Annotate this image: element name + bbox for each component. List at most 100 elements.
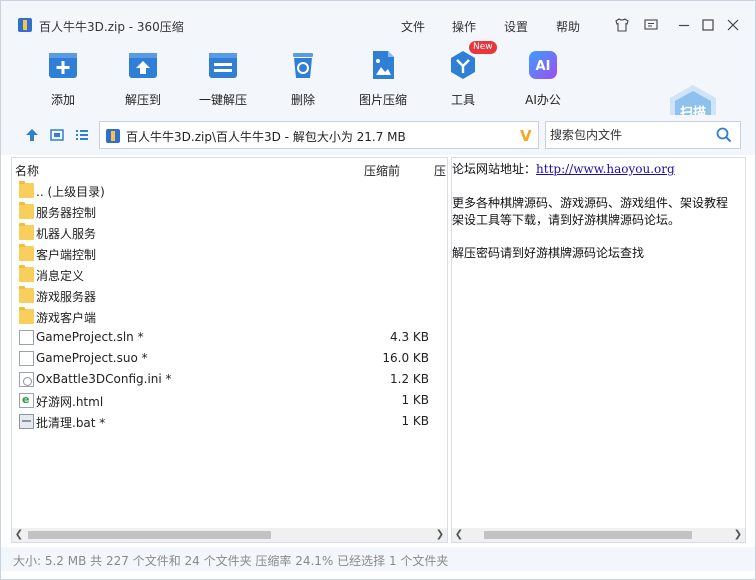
comment-line-3: 架设工具等下载，请到好游棋牌源码论坛。 bbox=[452, 213, 681, 227]
extract-to-icon bbox=[127, 49, 159, 81]
file-name: GameProject.suo * bbox=[36, 351, 148, 365]
comment-line-4: 解压密码请到好游棋牌源码论坛查找 bbox=[452, 246, 645, 260]
horizontal-scrollbar[interactable]: ❮ ❯ bbox=[12, 528, 447, 542]
scrollbar-thumb[interactable] bbox=[484, 531, 692, 539]
bat-icon bbox=[19, 414, 34, 429]
file-list-pane: 名称 压缩前 压 .. (上级目录) 服务器控制机器人服务客户端控制消息定义游戏服… bbox=[11, 157, 448, 543]
folder-icon bbox=[19, 244, 34, 261]
minimize-icon[interactable] bbox=[676, 17, 692, 33]
folder-icon bbox=[19, 202, 34, 219]
file-name: 消息定义 bbox=[36, 269, 85, 283]
folder-row[interactable]: 游戏客户端 bbox=[12, 306, 447, 327]
status-text: 大小: 5.2 MB 共 227 个文件和 24 个文件夹 压缩率 24.1% … bbox=[13, 554, 449, 568]
search-input[interactable] bbox=[548, 124, 708, 146]
scrollbar-thumb[interactable] bbox=[28, 531, 271, 539]
app-window: 百人牛牛3D.zip - 360压缩 文件 操作 设置 帮助 添加 解压到 一键… bbox=[0, 0, 756, 580]
scroll-left-icon[interactable]: ❮ bbox=[12, 528, 26, 542]
image-compress-label: 图片压缩 bbox=[358, 93, 407, 107]
scroll-right-icon[interactable]: ❯ bbox=[433, 528, 447, 542]
status-bar: 大小: 5.2 MB 共 227 个文件和 24 个文件夹 压缩率 24.1% … bbox=[1, 547, 755, 571]
file-size: 1.2 KB bbox=[390, 372, 429, 386]
doc-icon bbox=[19, 351, 34, 366]
folder-row[interactable]: .. (上级目录) bbox=[12, 180, 447, 201]
thumbnail-view-icon[interactable] bbox=[50, 128, 64, 142]
file-name: .. (上级目录) bbox=[36, 185, 105, 199]
file-name: 服务器控制 bbox=[36, 206, 97, 220]
file-name: 游戏服务器 bbox=[36, 290, 97, 304]
search-icon[interactable] bbox=[716, 127, 732, 143]
extract-to-label: 解压到 bbox=[124, 93, 161, 107]
folder-row[interactable]: 消息定义 bbox=[12, 264, 447, 285]
folder-icon bbox=[19, 265, 34, 282]
folder-icon bbox=[19, 286, 34, 303]
new-badge: New bbox=[469, 41, 497, 54]
title-bar: 百人牛牛3D.zip - 360压缩 文件 操作 设置 帮助 bbox=[1, 1, 755, 35]
scroll-right-icon[interactable]: ❯ bbox=[731, 528, 745, 542]
file-name: OxBattle3DConfig.ini * bbox=[36, 372, 172, 386]
tools-icon: New bbox=[447, 41, 497, 81]
folder-row[interactable]: 客户端控制 bbox=[12, 243, 447, 264]
dropdown-v-icon[interactable]: V bbox=[520, 127, 532, 145]
ai-icon-text: AI bbox=[536, 59, 551, 74]
address-bar[interactable]: 百人牛牛3D.zip\百人牛牛3D - 解包大小为 21.7 MB V bbox=[99, 121, 539, 149]
tools-label: 工具 bbox=[450, 93, 475, 107]
image-compress-icon bbox=[367, 49, 399, 81]
extract-to-button[interactable]: 解压到 bbox=[108, 49, 178, 108]
file-row[interactable]: GameProject.suo * 16.0 KB bbox=[12, 348, 447, 369]
html-icon bbox=[19, 393, 34, 408]
folder-icon bbox=[19, 223, 34, 240]
close-icon[interactable] bbox=[725, 17, 741, 33]
folder-row[interactable]: 游戏服务器 bbox=[12, 285, 447, 306]
ini-icon bbox=[19, 372, 34, 387]
comment-horizontal-scrollbar[interactable]: ❮ ❯ bbox=[452, 528, 745, 542]
feedback-icon[interactable] bbox=[643, 17, 659, 33]
address-path: 百人牛牛3D.zip\百人牛牛3D - 解包大小为 21.7 MB bbox=[126, 130, 406, 144]
comment-pane: 论坛网站地址：http://www.haoyou.org 更多各种棋牌源码、游戏… bbox=[451, 157, 746, 543]
file-name: 客户端控制 bbox=[36, 248, 97, 262]
add-button[interactable]: 添加 bbox=[28, 49, 98, 108]
file-name: 机器人服务 bbox=[36, 227, 97, 241]
file-row[interactable]: GameProject.sln * 4.3 KB bbox=[12, 327, 447, 348]
delete-button[interactable]: 删除 bbox=[268, 49, 338, 108]
file-row[interactable]: 好游网.html 1 KB bbox=[12, 390, 447, 411]
list-view-icon[interactable] bbox=[75, 128, 89, 142]
menu-file[interactable]: 文件 bbox=[401, 18, 425, 35]
maximize-icon[interactable] bbox=[700, 17, 716, 33]
ai-office-icon: AI bbox=[527, 49, 559, 81]
window-title: 百人牛牛3D.zip - 360压缩 bbox=[39, 20, 184, 34]
delete-label: 删除 bbox=[290, 93, 315, 107]
search-box bbox=[545, 121, 741, 149]
scroll-left-icon[interactable]: ❮ bbox=[452, 528, 466, 542]
menu-settings[interactable]: 设置 bbox=[504, 18, 528, 35]
zip-archive-icon bbox=[18, 18, 32, 32]
folder-icon bbox=[19, 181, 34, 198]
column-header-size[interactable]: 压缩前 bbox=[364, 162, 400, 179]
ai-office-button[interactable]: AI AI办公 bbox=[508, 49, 578, 108]
file-name: GameProject.sln * bbox=[36, 330, 144, 344]
file-name: 好游网.html bbox=[36, 395, 104, 409]
tools-button[interactable]: New 工具 bbox=[428, 41, 498, 108]
delete-icon bbox=[287, 49, 319, 81]
file-row[interactable]: OxBattle3DConfig.ini * 1.2 KB bbox=[12, 369, 447, 390]
folder-icon bbox=[19, 307, 34, 324]
add-label: 添加 bbox=[50, 93, 75, 107]
toolbar: 添加 解压到 一键解压 删除 图片压缩 New 工具 AI AI办公 扫描 bbox=[1, 35, 755, 139]
file-name: 批清理.bat * bbox=[36, 416, 106, 430]
menu-operations[interactable]: 操作 bbox=[452, 18, 476, 35]
folder-row[interactable]: 机器人服务 bbox=[12, 222, 447, 243]
menu-help[interactable]: 帮助 bbox=[556, 18, 580, 35]
column-header-name[interactable]: 名称 bbox=[15, 162, 39, 179]
forum-address-label: 论坛网站地址： bbox=[452, 162, 537, 176]
file-row[interactable]: 批清理.bat * 1 KB bbox=[12, 411, 447, 432]
skin-icon[interactable] bbox=[614, 17, 630, 33]
up-arrow-icon[interactable] bbox=[25, 128, 39, 142]
doc-icon bbox=[19, 330, 34, 345]
add-icon bbox=[47, 49, 79, 81]
comment-line-2: 更多各种棋牌源码、游戏源码、游戏组件、架设教程 bbox=[452, 196, 729, 210]
image-compress-button[interactable]: 图片压缩 bbox=[348, 49, 418, 108]
one-click-extract-icon bbox=[207, 49, 239, 81]
folder-row[interactable]: 服务器控制 bbox=[12, 201, 447, 222]
column-header-compressed[interactable]: 压 bbox=[434, 162, 446, 179]
forum-link[interactable]: http://www.haoyou.org bbox=[536, 162, 675, 176]
one-click-extract-button[interactable]: 一键解压 bbox=[188, 49, 258, 108]
